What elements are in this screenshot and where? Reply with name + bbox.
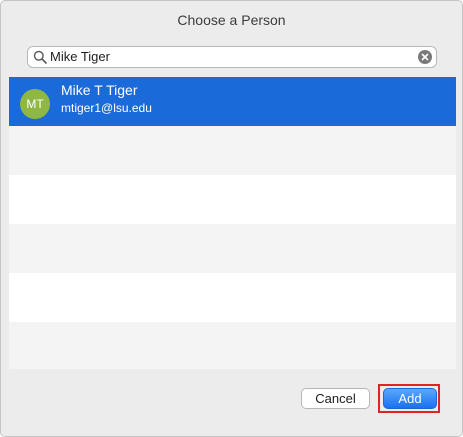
search-field[interactable] bbox=[27, 46, 437, 68]
search-icon bbox=[33, 50, 47, 64]
people-list: MT Mike T Tiger mtiger1@lsu.edu bbox=[9, 77, 456, 369]
avatar: MT bbox=[20, 89, 50, 119]
search-input[interactable] bbox=[50, 47, 410, 67]
person-email: mtiger1@lsu.edu bbox=[61, 101, 152, 115]
empty-list-row bbox=[9, 273, 456, 322]
empty-list-row bbox=[9, 224, 456, 273]
empty-list-row bbox=[9, 322, 456, 369]
add-button-highlight-box bbox=[378, 384, 440, 413]
person-name: Mike T Tiger bbox=[61, 82, 138, 98]
dialog-title: Choose a Person bbox=[177, 12, 286, 28]
empty-list-row bbox=[9, 126, 456, 175]
clear-search-icon[interactable] bbox=[418, 50, 432, 64]
person-row[interactable]: MT Mike T Tiger mtiger1@lsu.edu bbox=[9, 77, 456, 126]
empty-list-row bbox=[9, 175, 456, 224]
cancel-button[interactable]: Cancel bbox=[301, 388, 370, 409]
choose-person-dialog: Choose a Person MT Mike T Tiger mtiger1@… bbox=[0, 0, 463, 437]
